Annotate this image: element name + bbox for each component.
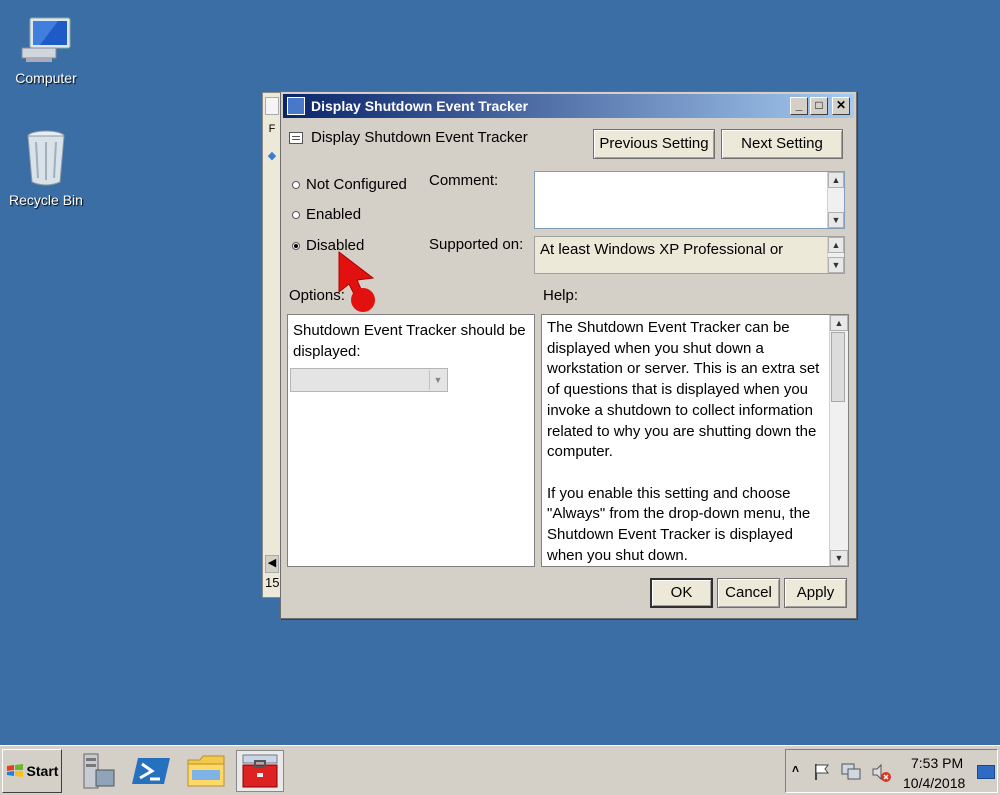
help-text: The Shutdown Event Tracker can be displa… [547, 318, 828, 587]
cancel-button[interactable]: Cancel [717, 578, 780, 608]
scroll-down-icon[interactable]: ▼ [830, 550, 848, 566]
policy-icon [287, 97, 305, 115]
ok-button[interactable]: OK [650, 578, 713, 608]
toolbox-icon[interactable] [236, 750, 284, 792]
comment-field[interactable]: ▲ ▼ [534, 171, 845, 229]
scroll-up-icon[interactable]: ▲ [828, 172, 844, 188]
clock-time[interactable]: 7:53 PM [911, 755, 963, 771]
background-window-fragment: F [268, 123, 276, 135]
background-window-fragment: 15 [265, 575, 280, 590]
radio-circle [292, 210, 300, 219]
radio-label: Not Configured [306, 176, 407, 193]
next-setting-button[interactable]: Next Setting [721, 129, 843, 159]
show-desktop-button[interactable] [977, 765, 995, 779]
server-manager-icon[interactable] [76, 750, 120, 792]
scroll-thumb[interactable] [831, 332, 845, 402]
help-panel: The Shutdown Event Tracker can be displa… [541, 314, 849, 567]
taskbar: Start ˄ 7:53 PM 10/4/2018 [0, 745, 1000, 795]
scroll-down-icon[interactable]: ▼ [828, 212, 844, 228]
setting-name: Display Shutdown Event Tracker [311, 129, 528, 146]
close-button[interactable]: ✕ [832, 97, 850, 115]
background-window-icon [265, 97, 279, 115]
flag-icon[interactable] [812, 762, 832, 782]
options-description: Shutdown Event Tracker should be display… [293, 322, 526, 360]
setting-header: Display Shutdown Event Tracker [289, 129, 528, 146]
chevron-up-icon[interactable]: ˄ [792, 762, 799, 776]
powershell-icon[interactable] [130, 750, 174, 792]
help-label: Help: [543, 287, 579, 304]
windows-logo-icon [6, 764, 23, 777]
apply-button[interactable]: Apply [784, 578, 847, 608]
desktop-icon-label: Computer [15, 70, 77, 86]
comment-label: Comment: [429, 172, 499, 189]
pointer-arrow-icon [338, 250, 375, 312]
radio-label: Enabled [306, 206, 362, 223]
display-mode-select[interactable]: ▼ [290, 368, 448, 392]
network-icon[interactable] [840, 762, 862, 782]
policy-setting-dialog: Display Shutdown Event Tracker _ □ ✕ Dis… [280, 91, 857, 619]
supported-scrollbar[interactable]: ▲ ▼ [827, 237, 844, 273]
start-button[interactable]: Start [2, 749, 62, 793]
options-panel: Shutdown Event Tracker should be display… [287, 314, 535, 567]
clock-date[interactable]: 10/4/2018 [903, 775, 965, 791]
start-label: Start [26, 763, 59, 779]
minimize-button[interactable]: _ [790, 97, 808, 115]
supported-on-value: At least Windows XP Professional or [540, 241, 784, 258]
supported-on-field: At least Windows XP Professional or ▲ ▼ [534, 236, 845, 274]
desktop-icon-computer[interactable]: Computer [6, 14, 86, 86]
desktop-icon-label: Recycle Bin [9, 192, 83, 208]
help-paragraph: The Shutdown Event Tracker can be displa… [547, 319, 820, 461]
dialog-title: Display Shutdown Event Tracker [311, 98, 529, 114]
supported-on-label: Supported on: [429, 236, 524, 253]
radio-circle-selected [292, 241, 300, 250]
chevron-down-icon: ▼ [429, 370, 446, 390]
radio-enabled[interactable]: Enabled [292, 206, 361, 223]
explorer-icon[interactable] [184, 750, 228, 792]
scroll-up-icon[interactable]: ▲ [830, 315, 848, 331]
speaker-muted-icon[interactable] [870, 762, 892, 784]
radio-circle [292, 180, 300, 189]
radio-not-configured[interactable]: Not Configured [292, 176, 407, 193]
background-window[interactable]: F ◆ ◀ 15 [262, 92, 282, 598]
dialog-titlebar[interactable]: Display Shutdown Event Tracker _ □ ✕ [283, 94, 854, 118]
maximize-button[interactable]: □ [810, 97, 828, 115]
system-tray: ˄ 7:53 PM 10/4/2018 [785, 749, 998, 793]
help-scrollbar[interactable]: ▲ ▼ [829, 315, 848, 566]
scroll-down-icon[interactable]: ▼ [828, 257, 844, 273]
setting-icon [289, 131, 303, 144]
computer-icon [18, 14, 74, 66]
recycle-bin-icon [18, 128, 74, 188]
scroll-up-icon[interactable]: ▲ [828, 237, 844, 253]
help-paragraph: If you enable this setting and choose "A… [547, 484, 811, 564]
desktop-icon-recycle-bin[interactable]: Recycle Bin [6, 128, 86, 208]
scroll-left-icon[interactable]: ◀ [265, 555, 279, 573]
comment-scrollbar[interactable]: ▲ ▼ [827, 172, 844, 228]
previous-setting-button[interactable]: Previous Setting [593, 129, 715, 159]
back-arrow-icon[interactable]: ◆ [265, 149, 279, 167]
